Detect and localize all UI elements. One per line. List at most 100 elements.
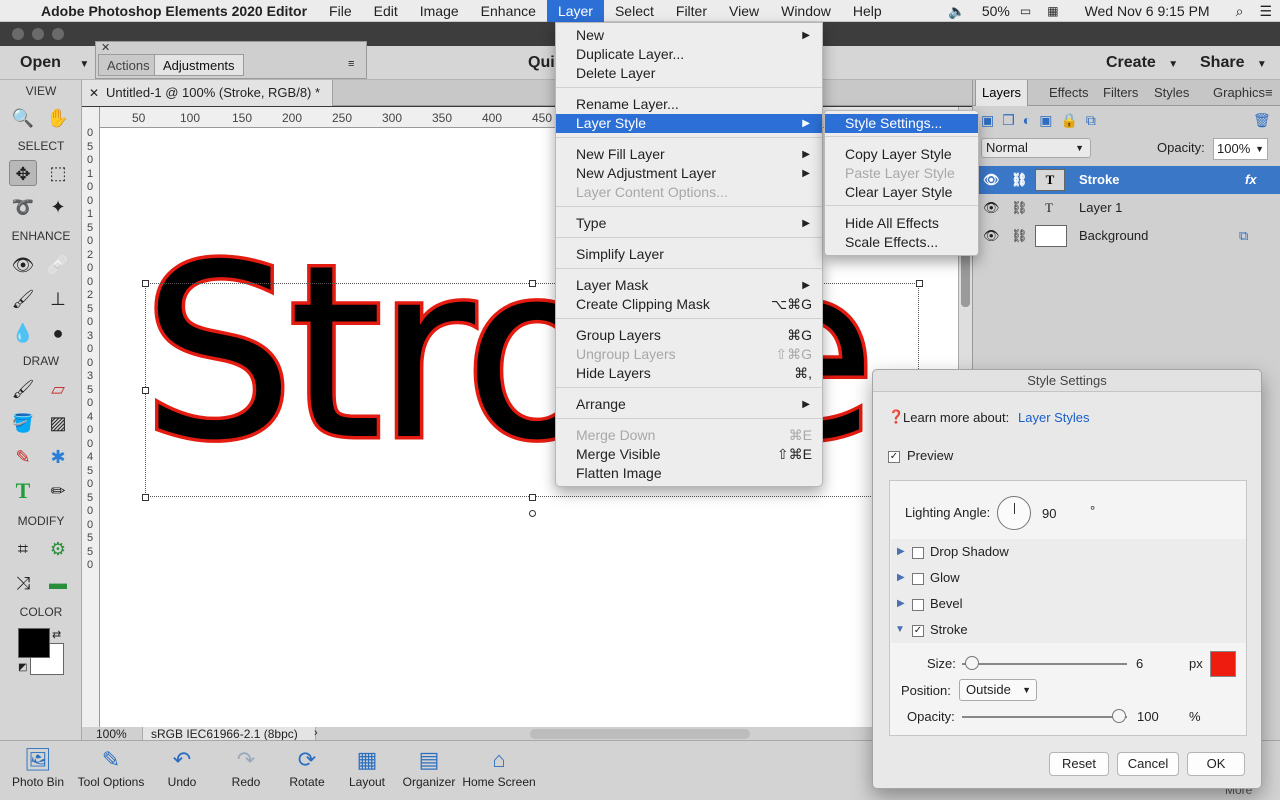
eraser-tool-icon[interactable]: ▱ [44,376,72,402]
layer-styles-link[interactable]: Layer Styles [1018,410,1090,425]
crop-tool-icon[interactable]: ⌗ [9,536,37,562]
content-aware-move-tool-icon[interactable]: ⤨ [9,570,37,596]
menu-item-merge-visible[interactable]: Merge Visible ⇧⌘E [556,445,822,464]
transform-handle[interactable] [142,387,149,394]
chevron-right-icon[interactable]: › [314,727,318,739]
trash-icon[interactable]: 🗑 [1253,112,1271,129]
menu-help[interactable]: Help [842,0,893,22]
menu-item-ungroup-layers[interactable]: Ungroup Layers ⇧⌘G [556,345,822,364]
bevel-checkbox[interactable] [912,591,930,617]
effect-row-bevel[interactable]: ▶ Bevel [891,591,1246,617]
transform-handle[interactable] [142,494,149,501]
tab-graphics[interactable]: Graphics [1207,80,1271,106]
tab-layers[interactable]: Layers [975,80,1029,106]
menu-file[interactable]: File [318,0,363,22]
submenu-item-scale-effects[interactable]: Scale Effects... [825,233,978,252]
home-screen-button[interactable]: ⌂ Home Screen [460,745,538,789]
tab-actions[interactable]: Actions [98,54,159,76]
rotate-handle[interactable] [529,510,536,517]
size-slider-knob[interactable] [965,656,979,670]
redo-button[interactable]: ↷ Redo [224,745,268,789]
submenu-item-style-settings[interactable]: Style Settings... [825,114,978,133]
menu-edit[interactable]: Edit [363,0,409,22]
zoom-tool-icon[interactable]: 🔍 [9,105,37,131]
sponge-tool-icon[interactable]: ● [44,320,72,346]
move-tool-icon[interactable]: ✥ [9,160,37,186]
close-icon[interactable]: ✕ [89,80,99,106]
collapse-triangle-icon[interactable]: ▼ [895,617,905,643]
close-window-button[interactable] [12,28,24,40]
glow-checkbox[interactable] [912,565,930,591]
magic-wand-tool-icon[interactable]: ✦ [44,194,72,220]
tab-filters[interactable]: Filters [1097,80,1144,106]
hand-tool-icon[interactable]: ✋ [44,105,72,131]
stroke-checkbox[interactable]: ✓ [912,617,930,643]
custom-shape-tool-icon[interactable]: ✱ [44,444,72,470]
lasso-tool-icon[interactable]: ➰ [9,194,37,220]
layer-action-icons[interactable]: ▣❐◐▣🔒⧉ [981,112,1104,129]
size-slider-track[interactable] [962,663,1127,665]
blend-mode-select[interactable]: Normal ▼ [981,138,1091,158]
menu-item-new-adjustment-layer[interactable]: New Adjustment Layer ▶ [556,164,822,183]
blur-tool-icon[interactable]: 💧 [9,320,37,346]
visibility-eye-icon[interactable]: 👁 [983,194,1000,222]
rotate-button[interactable]: ⟳ Rotate [284,745,330,789]
flag-icon[interactable]: ▦ [1039,4,1066,18]
position-select[interactable]: Outside ▼ [959,679,1037,701]
menu-select[interactable]: Select [604,0,665,22]
pencil-tool-icon[interactable]: ✏ [44,478,72,504]
scrollbar-thumb[interactable] [961,247,970,307]
menu-item-arrange[interactable]: Arrange ▶ [556,395,822,414]
battery-percent[interactable]: 50% [974,3,1012,19]
recompose-tool-icon[interactable]: ⚙ [44,536,72,562]
canvas-horizontal-scrollbar[interactable] [530,729,750,739]
tab-effects[interactable]: Effects [1043,80,1095,106]
menubar-clock[interactable]: Wed Nov 6 9:15 PM [1067,3,1228,19]
menu-item-duplicate-layer[interactable]: Duplicate Layer... [556,45,822,64]
menu-image[interactable]: Image [409,0,470,22]
submenu-item-clear-layer-style[interactable]: Clear Layer Style [825,183,978,202]
smart-brush-tool-icon[interactable]: 🖌 [9,286,37,312]
panel-menu-icon[interactable]: ≡ [1263,80,1275,106]
volume-icon[interactable]: 🔈 [940,3,973,20]
opacity-slider-knob[interactable] [1112,709,1126,723]
document-tab[interactable]: ✕ Untitled-1 @ 100% (Stroke, RGB/8) * [82,80,334,106]
link-icon[interactable]: ⛓ [1011,222,1028,250]
brush-tool-icon[interactable]: 🖌 [9,376,37,402]
create-button[interactable]: Create ▼ [1106,54,1178,72]
layer-row-layer1[interactable]: 👁 ⛓ T Layer 1 [973,194,1280,222]
eyedropper-tool-icon[interactable]: ✎ [9,444,37,470]
effect-row-drop-shadow[interactable]: ▶ Drop Shadow [891,539,1246,565]
menu-item-hide-layers[interactable]: Hide Layers ⌘, [556,364,822,383]
menu-item-group-layers[interactable]: Group Layers ⌘G [556,326,822,345]
gradient-tool-icon[interactable]: ▨ [44,410,72,436]
open-button[interactable]: Open ▼ [20,54,89,72]
panel-menu-icon[interactable]: ≡ [348,58,354,70]
fx-icon[interactable]: fx [1245,166,1257,194]
submenu-item-paste-layer-style[interactable]: Paste Layer Style [825,164,978,183]
drop-shadow-checkbox[interactable] [912,539,930,565]
menu-item-rename-layer[interactable]: Rename Layer... [556,95,822,114]
straighten-tool-icon[interactable]: ▬ [44,570,72,596]
ok-button[interactable]: OK [1187,752,1245,776]
tab-styles[interactable]: Styles [1148,80,1195,106]
lighting-angle-dial[interactable] [997,496,1031,530]
menu-item-create-clipping-mask[interactable]: Create Clipping Mask ⌥⌘G [556,295,822,314]
chevron-down-icon[interactable]: ▼ [1255,139,1264,159]
zoom-window-button[interactable] [52,28,64,40]
expand-triangle-icon[interactable]: ▶ [897,591,905,617]
app-menu[interactable]: Adobe Photoshop Elements 2020 Editor [30,0,318,22]
mode-quick-tab[interactable]: Qui [528,54,555,72]
menu-item-flatten-image[interactable]: Flatten Image [556,464,822,483]
close-icon[interactable]: ✕ [101,41,110,54]
stroke-opacity-value[interactable]: 100 [1137,709,1159,724]
menu-item-new[interactable]: New ▶ [556,26,822,45]
cancel-button[interactable]: Cancel [1117,752,1179,776]
notification-center-icon[interactable]: ☰ [1251,3,1280,20]
photo-bin-button[interactable]: 🖼 Photo Bin [8,745,68,789]
menu-item-simplify-layer[interactable]: Simplify Layer [556,245,822,264]
transform-handle[interactable] [142,280,149,287]
type-tool-icon[interactable]: T [9,478,37,504]
organizer-button[interactable]: ▤ Organizer [400,745,458,789]
link-icon[interactable]: ⛓ [1011,166,1028,194]
